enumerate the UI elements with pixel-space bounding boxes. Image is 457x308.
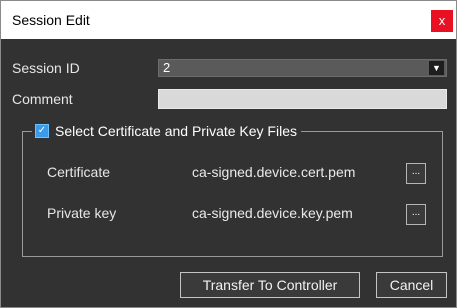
title-bar: Session Edit x	[1, 1, 456, 39]
certificate-browse-button[interactable]: ...	[406, 163, 426, 184]
certificate-value: ca-signed.device.cert.pem	[192, 164, 356, 180]
cancel-button[interactable]: Cancel	[376, 272, 447, 298]
comment-field[interactable]	[158, 89, 447, 109]
transfer-to-controller-button[interactable]: Transfer To Controller	[180, 272, 360, 298]
close-button[interactable]: x	[431, 10, 453, 32]
session-edit-dialog: Session Edit x Session ID 2 ▼ Comment ✓ …	[0, 0, 457, 308]
comment-label: Comment	[12, 91, 73, 107]
dialog-title: Session Edit	[12, 12, 90, 28]
private-key-browse-button[interactable]: ...	[406, 204, 426, 225]
certificate-label: Certificate	[47, 164, 111, 180]
private-key-value: ca-signed.device.key.pem	[192, 205, 353, 221]
select-files-checkbox[interactable]: ✓	[35, 124, 49, 138]
select-files-checkbox-row[interactable]: ✓ Select Certificate and Private Key Fil…	[32, 122, 301, 140]
certificate-files-group	[22, 131, 443, 257]
private-key-label: Private key	[47, 205, 117, 221]
session-id-value: 2	[163, 60, 171, 75]
session-id-dropdown[interactable]: 2 ▼	[158, 59, 447, 77]
dropdown-arrow-icon[interactable]: ▼	[429, 61, 444, 75]
session-id-label: Session ID	[12, 60, 80, 76]
select-files-label: Select Certificate and Private Key Files	[55, 123, 297, 139]
close-icon: x	[438, 13, 446, 28]
